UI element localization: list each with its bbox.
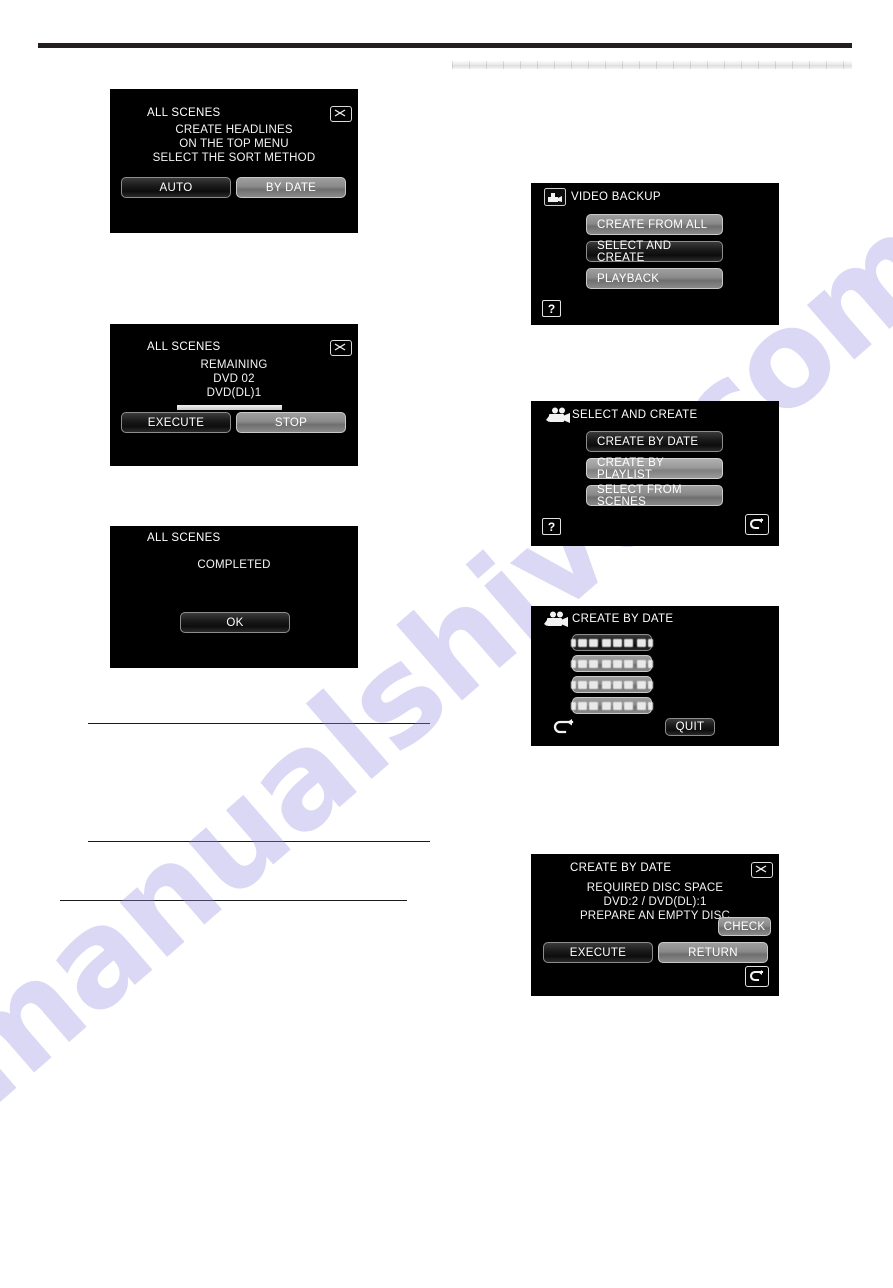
question-mark-icon[interactable]: ? — [542, 518, 561, 535]
panel-create-by-date-confirm: CREATE BY DATE REQUIRED DISC SPACE DVD:2… — [532, 855, 778, 995]
message-line: REMAINING — [200, 359, 268, 371]
message-line: COMPLETED — [197, 559, 271, 571]
panel-message: REMAINING DVD 02 DVD(DL)1 — [111, 358, 357, 400]
movie-camera-icon — [546, 407, 572, 428]
quit-button[interactable]: QUIT — [665, 718, 715, 736]
message-line: DVD(DL)1 — [206, 387, 262, 399]
date-list-item[interactable] — [571, 634, 653, 651]
date-list-item[interactable] — [571, 676, 653, 693]
execute-button[interactable]: EXECUTE — [121, 412, 231, 433]
panel-all-scenes-sort: ALL SCENES CREATE HEADLINES ON THE TOP M… — [111, 90, 357, 232]
panel-all-scenes-remaining: ALL SCENES REMAINING DVD 02 DVD(DL)1 EXE… — [111, 325, 357, 465]
panel-message: COMPLETED — [111, 558, 357, 572]
panel-title: SELECT AND CREATE — [572, 409, 698, 421]
panel-title: VIDEO BACKUP — [571, 191, 661, 203]
movie-camera-icon — [544, 611, 570, 632]
progress-bar — [177, 405, 282, 410]
section-divider-1 — [88, 723, 430, 724]
select-and-create-button[interactable]: SELECT AND CREATE — [586, 240, 723, 264]
by-date-button[interactable]: BY DATE — [236, 177, 346, 198]
message-line: REQUIRED DISC SPACE — [586, 882, 724, 894]
message-line: DVD 02 — [213, 373, 255, 385]
header-rule — [38, 43, 852, 48]
select-from-scenes-button[interactable]: SELECT FROM SCENES — [586, 484, 723, 508]
back-arrow-icon[interactable] — [547, 717, 581, 737]
return-arrow-icon[interactable] — [745, 966, 769, 987]
playback-button[interactable]: PLAYBACK — [586, 268, 723, 289]
date-list-item[interactable] — [571, 655, 653, 672]
execute-button[interactable]: EXECUTE — [543, 942, 653, 963]
message-line: DVD:2 / DVD(DL):1 — [603, 896, 707, 908]
close-x-icon[interactable] — [330, 106, 352, 122]
return-button[interactable]: RETURN — [658, 942, 768, 963]
close-x-icon[interactable] — [751, 862, 773, 878]
panel-title: ALL SCENES — [147, 107, 221, 119]
question-mark-icon[interactable]: ? — [542, 300, 561, 317]
message-line: SELECT THE SORT METHOD — [152, 152, 316, 164]
create-by-date-button[interactable]: CREATE BY DATE — [586, 431, 723, 452]
close-x-icon[interactable] — [330, 340, 352, 356]
panel-video-backup: VIDEO BACKUP CREATE FROM ALL SELECT AND … — [532, 184, 778, 324]
message-line: ON THE TOP MENU — [179, 138, 289, 150]
check-button[interactable]: CHECK — [718, 917, 771, 936]
auto-button[interactable]: AUTO — [121, 177, 231, 198]
message-line: CREATE HEADLINES — [175, 124, 293, 136]
section-divider-3 — [60, 900, 407, 901]
create-by-playlist-button[interactable]: CREATE BY PLAYLIST — [586, 457, 723, 481]
panel-all-scenes-completed: ALL SCENES COMPLETED OK — [111, 527, 357, 667]
panel-select-and-create: SELECT AND CREATE CREATE BY DATE CREATE … — [532, 402, 778, 545]
stop-button[interactable]: STOP — [236, 412, 346, 433]
section-divider-2 — [88, 841, 430, 842]
video-camera-boxed-icon — [544, 188, 566, 209]
panel-title: ALL SCENES — [147, 341, 221, 353]
create-from-all-button[interactable]: CREATE FROM ALL — [586, 214, 723, 235]
date-list-item[interactable] — [571, 697, 653, 714]
panel-title: ALL SCENES — [147, 532, 221, 544]
return-arrow-icon[interactable] — [745, 514, 769, 535]
redacted-date-text — [571, 659, 653, 668]
redacted-date-text — [571, 680, 653, 689]
panel-create-by-date-list: CREATE BY DATE QUIT — [532, 607, 778, 745]
panel-title: CREATE BY DATE — [572, 613, 674, 625]
panel-title: CREATE BY DATE — [570, 862, 672, 874]
redacted-date-text — [571, 701, 653, 710]
ok-button[interactable]: OK — [180, 612, 290, 633]
redacted-date-text — [571, 638, 653, 647]
header-segmented-bar — [452, 61, 852, 69]
panel-message: CREATE HEADLINES ON THE TOP MENU SELECT … — [111, 123, 357, 165]
